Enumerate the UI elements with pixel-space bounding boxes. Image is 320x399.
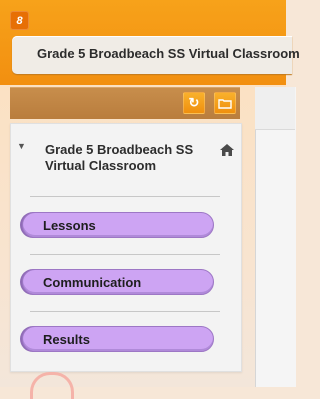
nav-panel-header xyxy=(10,87,240,119)
refresh-button[interactable]: ↻ xyxy=(183,92,205,114)
nav-item-label: Lessons xyxy=(43,217,96,233)
divider xyxy=(30,311,220,312)
classroom-title-bar: Grade 5 Broadbeach SS Virtual Classroom xyxy=(12,36,300,74)
nav-item-label: Communication xyxy=(43,274,142,290)
refresh-icon: ↻ xyxy=(188,95,200,110)
divider xyxy=(30,196,220,197)
folder-icon xyxy=(218,98,232,109)
content-panel xyxy=(255,87,296,387)
nav-item-lessons[interactable]: Lessons xyxy=(22,212,214,238)
class-title[interactable]: Grade 5 Broadbeach SS Virtual Classroom xyxy=(45,142,215,174)
page-title: Grade 5 Broadbeach SS Virtual Classroom xyxy=(37,46,300,61)
nav-item-results[interactable]: Results xyxy=(22,326,214,352)
divider xyxy=(30,254,220,255)
content-panel-tab[interactable] xyxy=(255,87,295,130)
nav-item-label: Results xyxy=(43,331,90,347)
nav-item-communication[interactable]: Communication xyxy=(22,269,214,295)
folder-button[interactable] xyxy=(214,92,236,114)
home-icon[interactable] xyxy=(219,143,235,157)
app-logo-icon: 8 xyxy=(10,11,29,30)
collapse-toggle-icon[interactable]: ▼ xyxy=(17,141,26,151)
